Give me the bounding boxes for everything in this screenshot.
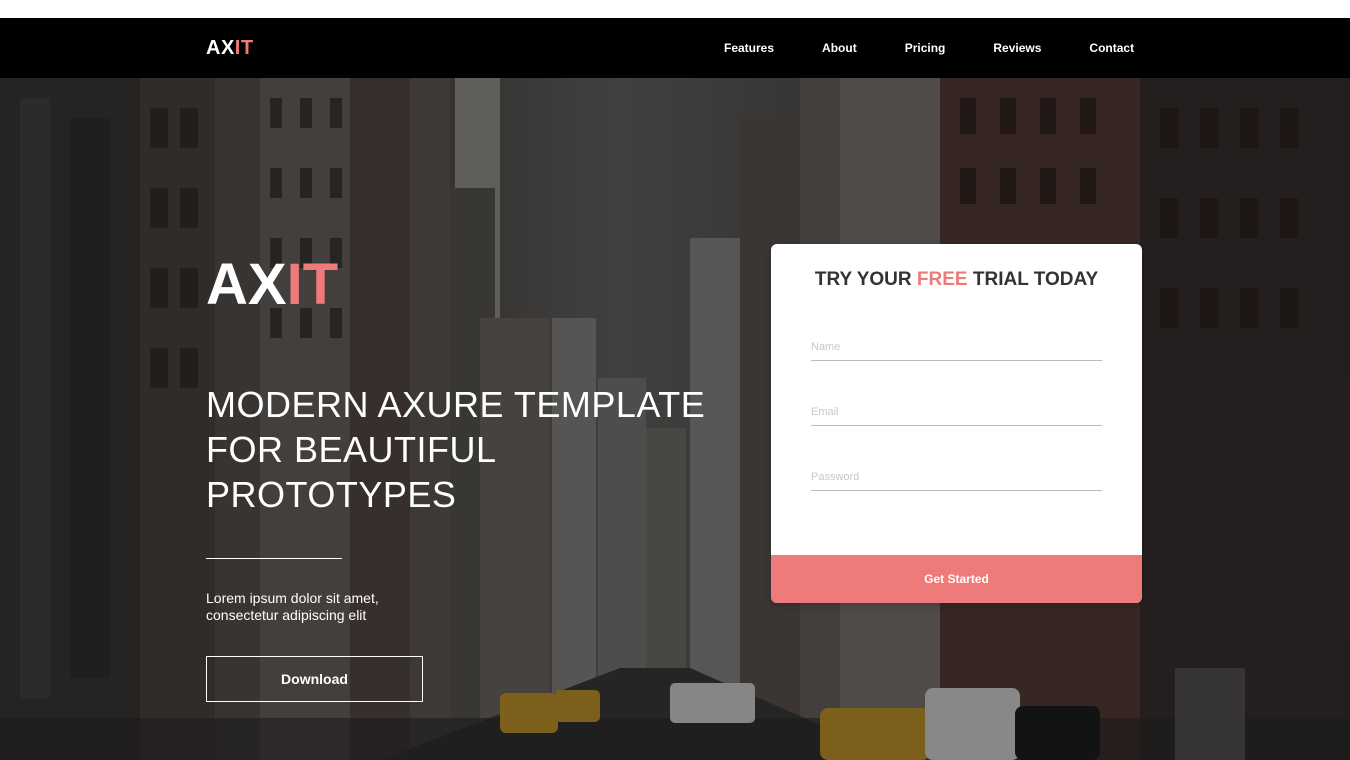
brand-logo-prefix: AX	[206, 37, 235, 59]
nav-links: Features About Pricing Reviews Contact	[700, 18, 1134, 78]
hero-divider	[206, 558, 342, 559]
download-button[interactable]: Download	[206, 656, 423, 702]
hero-logo-prefix: AX	[206, 252, 287, 317]
top-navbar: AXIT Features About Pricing Reviews Cont…	[0, 18, 1350, 78]
hero-section: AXIT MODERN AXURE TEMPLATE FOR BEAUTIFUL…	[0, 78, 1350, 760]
brand-logo[interactable]: AXIT	[206, 18, 254, 78]
trial-title-before: TRY YOUR	[814, 269, 917, 290]
hero-headline-line: PROTOTYPES	[206, 474, 457, 515]
hero-logo-accent: IT	[286, 252, 339, 317]
nav-link-reviews[interactable]: Reviews	[993, 41, 1041, 55]
trial-signup-card: TRY YOUR FREE TRIAL TODAY Get Started	[771, 244, 1142, 603]
trial-title-accent: FREE	[916, 269, 968, 290]
email-field[interactable]	[811, 399, 1102, 426]
hero-logo: AXIT	[206, 250, 338, 320]
hero-headline: MODERN AXURE TEMPLATE FOR BEAUTIFUL PROT…	[206, 382, 746, 517]
nav-link-contact[interactable]: Contact	[1089, 41, 1134, 55]
name-field[interactable]	[811, 334, 1102, 361]
hero-headline-line: MODERN AXURE TEMPLATE	[206, 384, 706, 425]
trial-title-after: TRIAL TODAY	[967, 269, 1099, 290]
trial-card-title: TRY YOUR FREE TRIAL TODAY	[771, 269, 1142, 291]
password-field[interactable]	[811, 464, 1102, 491]
nav-link-features[interactable]: Features	[724, 41, 774, 55]
brand-logo-accent: IT	[234, 37, 254, 59]
nav-link-about[interactable]: About	[822, 41, 857, 55]
hero-headline-line: FOR BEAUTIFUL	[206, 429, 497, 470]
nav-link-pricing[interactable]: Pricing	[905, 41, 946, 55]
get-started-button[interactable]: Get Started	[771, 555, 1142, 603]
hero-subtext: Lorem ipsum dolor sit amet, consectetur …	[206, 590, 379, 623]
